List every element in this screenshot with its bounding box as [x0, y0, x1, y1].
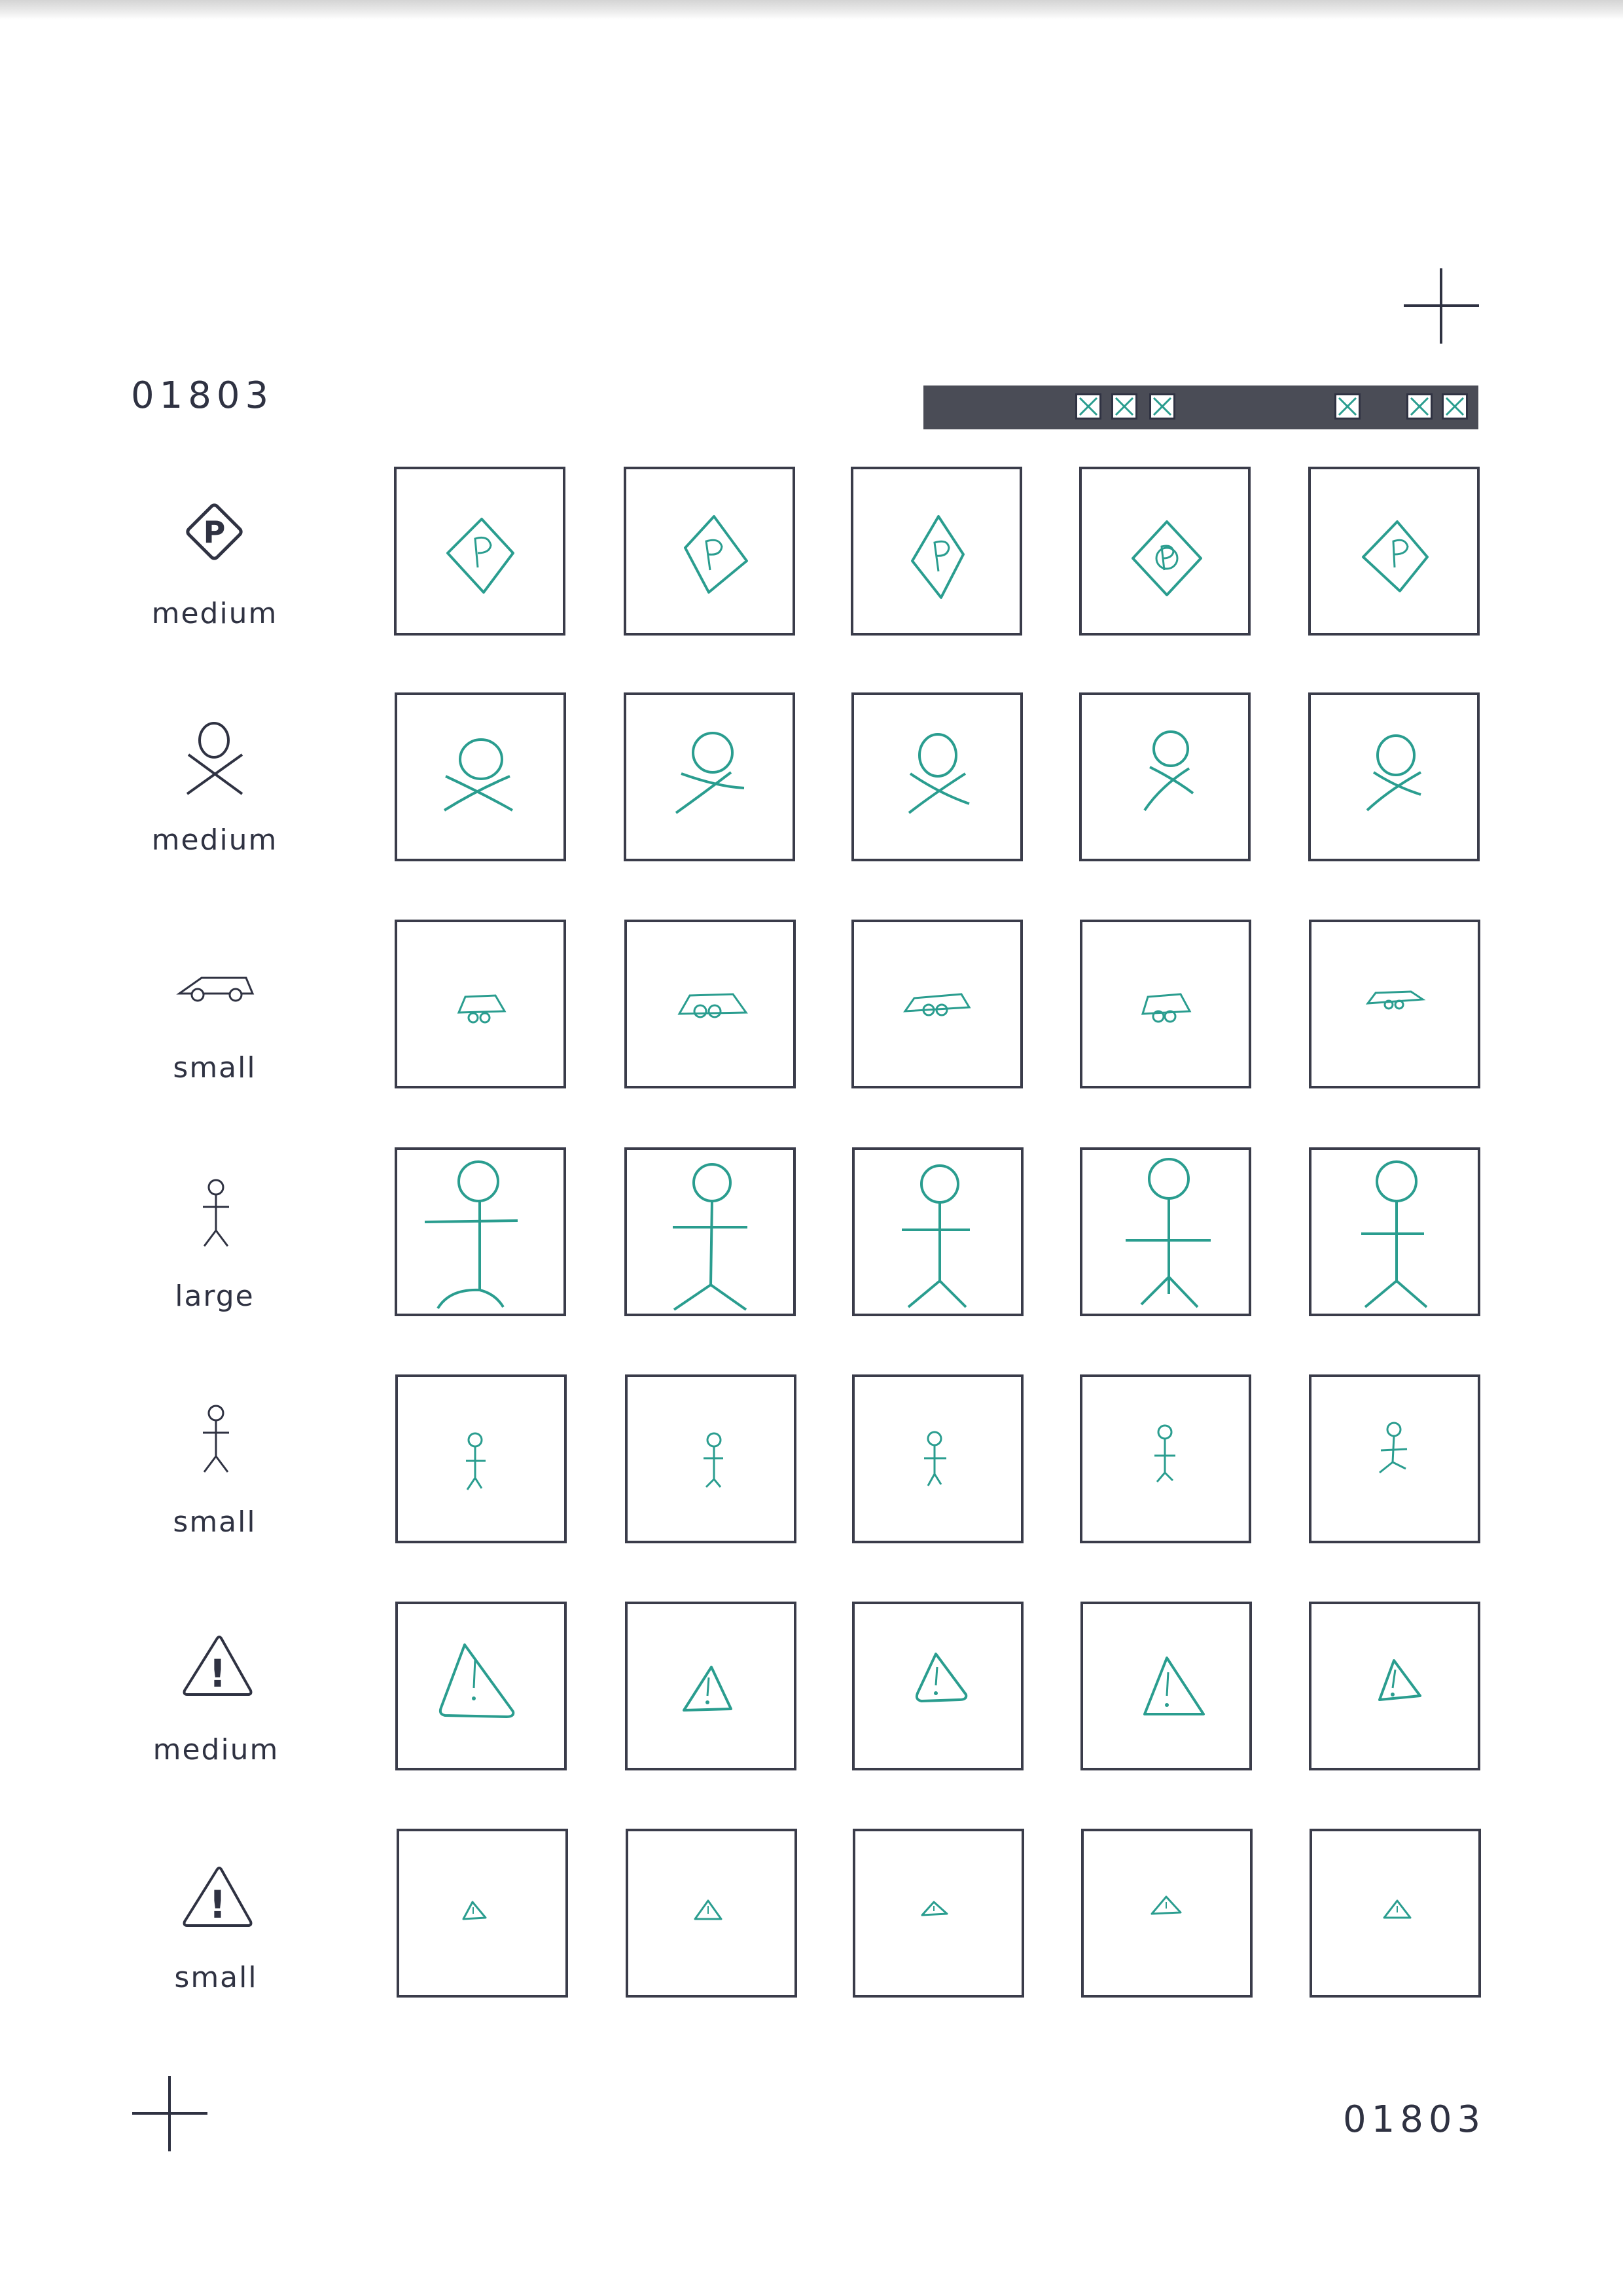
- drawing-cell[interactable]: [1081, 1829, 1253, 1998]
- sketch-warning-triangle-icon: [438, 1643, 515, 1718]
- sketch-stick-figure-icon: [1126, 1158, 1211, 1308]
- sketch-car-icon: [1365, 990, 1426, 1010]
- drawing-cell[interactable]: [395, 920, 566, 1088]
- drawing-cell[interactable]: [1308, 692, 1480, 861]
- parking-icon: P: [186, 503, 243, 560]
- skull-crossbones-icon: [186, 722, 243, 795]
- drawing-cell[interactable]: [624, 692, 795, 861]
- drawing-cell[interactable]: [395, 1147, 566, 1316]
- sketch-stick-figure-icon: [704, 1432, 723, 1488]
- form-number: 01803: [131, 374, 274, 417]
- size-label: small: [174, 1961, 258, 1994]
- sketch-warning-triangle-icon: [1143, 1657, 1205, 1715]
- drawing-cell[interactable]: [1309, 1374, 1480, 1543]
- sketch-stick-figure-icon: [1379, 1422, 1408, 1474]
- drawing-cell[interactable]: [1309, 920, 1480, 1088]
- sketch-car-icon: [457, 994, 507, 1024]
- sketch-parking-icon: [911, 515, 965, 599]
- sketch-parking-icon: [684, 515, 748, 594]
- drawing-cell[interactable]: [1309, 1147, 1480, 1316]
- size-label: medium: [151, 823, 278, 857]
- sketch-stick-figure-icon: [1361, 1160, 1428, 1308]
- drawing-cell[interactable]: [1310, 1829, 1481, 1998]
- stick-figure-icon: [203, 1179, 229, 1247]
- drawing-cell[interactable]: [852, 1374, 1024, 1543]
- car-icon: [176, 977, 255, 1002]
- sketch-stick-figure-icon: [924, 1431, 946, 1486]
- sketch-parking-icon: [446, 518, 514, 594]
- sketch-skull-crossbones-icon: [675, 732, 745, 814]
- drawing-cell[interactable]: [851, 692, 1023, 861]
- drawing-cell[interactable]: [851, 920, 1023, 1088]
- stick-figure-icon: [203, 1405, 229, 1473]
- drawing-cell[interactable]: [851, 467, 1022, 636]
- drawing-cell[interactable]: [1080, 920, 1251, 1088]
- sketch-stick-figure-icon: [424, 1160, 518, 1310]
- sketch-warning-triangle-icon: [915, 1653, 968, 1702]
- drawing-cell[interactable]: [1308, 467, 1480, 636]
- drawing-cell[interactable]: [853, 1829, 1024, 1998]
- drawing-cell[interactable]: [852, 1602, 1024, 1770]
- drawing-cell[interactable]: [1080, 1374, 1251, 1543]
- drawing-cell[interactable]: [397, 1829, 568, 1998]
- drawing-cell[interactable]: [852, 1147, 1024, 1316]
- sketch-skull-crossbones-icon: [443, 738, 513, 812]
- drawing-cell[interactable]: [624, 467, 795, 636]
- drawing-cell[interactable]: [626, 1829, 797, 1998]
- code-checkbox: [1075, 393, 1101, 420]
- sketch-stick-figure-icon: [902, 1164, 970, 1308]
- sketch-warning-triangle-icon: [1378, 1659, 1421, 1701]
- code-checkbox: [1406, 393, 1433, 420]
- drawing-cell[interactable]: [1309, 1602, 1480, 1770]
- warning-triangle-icon: !: [183, 1636, 253, 1696]
- drawing-cell[interactable]: [625, 1374, 796, 1543]
- drawing-cell[interactable]: [1079, 467, 1251, 636]
- sketch-car-icon: [902, 993, 971, 1016]
- sketch-warning-triangle-icon: [1150, 1895, 1182, 1915]
- sketch-warning-triangle-icon: [683, 1666, 732, 1712]
- sketch-car-icon: [1141, 993, 1192, 1023]
- parking-icon-letter: P: [204, 514, 226, 550]
- size-label: medium: [152, 1733, 279, 1767]
- sketch-parking-icon: [1362, 520, 1429, 592]
- sketch-warning-triangle-icon: [1383, 1899, 1412, 1919]
- sketch-warning-triangle-icon: [462, 1901, 487, 1920]
- code-checkbox: [1149, 393, 1175, 420]
- warning-triangle-icon: !: [183, 1867, 253, 1927]
- footer-number: 01803: [1343, 2098, 1486, 2141]
- sketch-stick-figure-icon: [673, 1163, 747, 1311]
- drawing-cell[interactable]: [395, 1374, 567, 1543]
- drawing-cell[interactable]: [624, 1147, 796, 1316]
- drawing-cell[interactable]: [1079, 692, 1251, 861]
- sketch-stick-figure-icon: [1154, 1424, 1175, 1482]
- sketch-skull-crossbones-icon: [908, 733, 970, 814]
- drawing-cell[interactable]: [625, 1602, 796, 1770]
- sketch-stick-figure-icon: [466, 1432, 486, 1490]
- drawing-cell[interactable]: [394, 467, 565, 636]
- drawing-cell[interactable]: [1080, 1147, 1251, 1316]
- sketch-warning-triangle-icon: [921, 1901, 948, 1916]
- size-label: large: [175, 1280, 255, 1313]
- drawing-cell[interactable]: [624, 920, 796, 1088]
- drawing-cell[interactable]: [395, 692, 566, 861]
- drawing-cell[interactable]: [1080, 1602, 1252, 1770]
- code-checkbox: [1442, 393, 1468, 420]
- size-label: small: [173, 1505, 257, 1539]
- warning-icon-mark: !: [209, 1882, 226, 1927]
- scan-edge: [0, 0, 1623, 20]
- sketch-skull-crossbones-icon: [1143, 730, 1194, 812]
- code-checkbox: [1334, 393, 1361, 420]
- code-checkbox: [1111, 393, 1137, 420]
- registration-mark-bottom-left: [132, 2076, 207, 2151]
- registration-mark-top-right: [1404, 268, 1479, 344]
- sketch-skull-crossbones-icon: [1366, 734, 1421, 812]
- drawing-cell[interactable]: [395, 1602, 567, 1770]
- sketch-parking-icon: [1132, 520, 1202, 596]
- size-label: medium: [151, 597, 278, 630]
- warning-icon-mark: !: [209, 1651, 226, 1696]
- sketch-warning-triangle-icon: [694, 1899, 722, 1920]
- size-label: small: [173, 1051, 257, 1085]
- code-bar: [923, 386, 1478, 429]
- sketch-car-icon: [677, 993, 748, 1018]
